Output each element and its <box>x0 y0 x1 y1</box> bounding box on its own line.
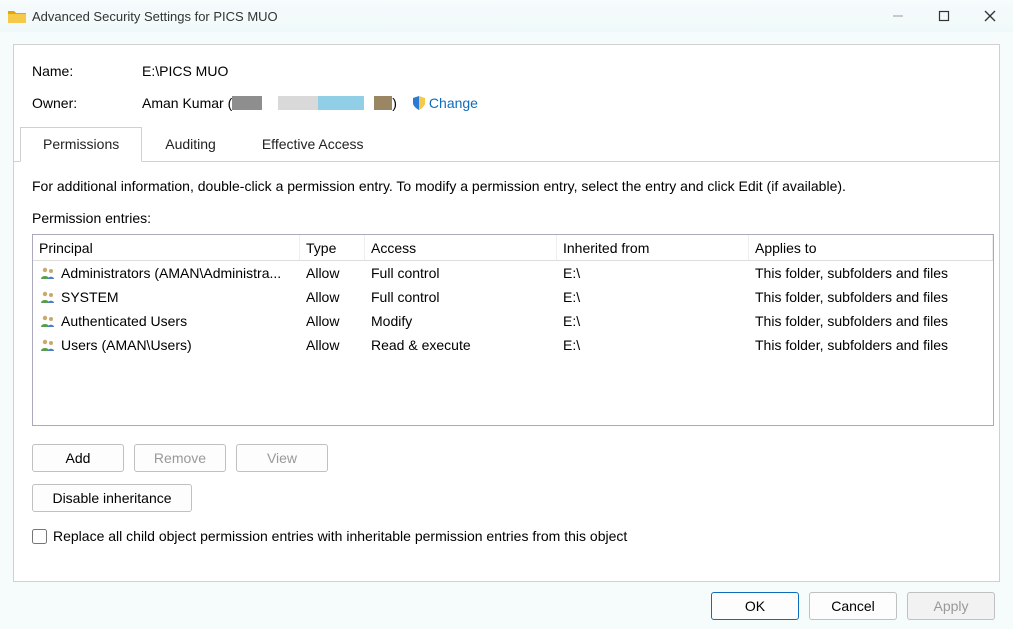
cell-inherited: E:\ <box>557 263 749 283</box>
th-applies[interactable]: Applies to <box>749 235 993 260</box>
maximize-button[interactable] <box>921 0 967 32</box>
cell-type: Allow <box>300 287 365 307</box>
th-type[interactable]: Type <box>300 235 365 260</box>
window-controls <box>875 0 1013 32</box>
remove-button[interactable]: Remove <box>134 444 226 472</box>
replace-checkbox[interactable] <box>32 529 47 544</box>
main-panel: Name: E:\PICS MUO Owner: Aman Kumar ( ) … <box>13 44 1000 582</box>
th-principal[interactable]: Principal <box>33 235 300 260</box>
redacted-block <box>374 96 392 110</box>
users-icon <box>39 266 57 280</box>
users-icon <box>39 290 57 304</box>
cell-principal: Users (AMAN\Users) <box>61 337 192 353</box>
change-owner-link[interactable]: Change <box>429 95 478 111</box>
table-row[interactable]: Authenticated Users AllowModifyE:\This fo… <box>33 309 993 333</box>
tabs: Permissions Auditing Effective Access <box>14 127 999 162</box>
cell-access: Modify <box>365 311 557 331</box>
folder-icon <box>8 9 26 23</box>
th-access[interactable]: Access <box>365 235 557 260</box>
disable-inheritance-button[interactable]: Disable inheritance <box>32 484 192 512</box>
titlebar: Advanced Security Settings for PICS MUO <box>0 0 1013 32</box>
table-header: Principal Type Access Inherited from App… <box>33 235 993 261</box>
cell-applies: This folder, subfolders and files <box>749 263 993 283</box>
table-row[interactable]: Administrators (AMAN\Administra... AllowF… <box>33 261 993 285</box>
name-row: Name: E:\PICS MUO <box>32 63 981 79</box>
cell-inherited: E:\ <box>557 335 749 355</box>
permission-table: Principal Type Access Inherited from App… <box>32 234 994 426</box>
cell-applies: This folder, subfolders and files <box>749 311 993 331</box>
table-row[interactable]: SYSTEM AllowFull controlE:\This folder, s… <box>33 285 993 309</box>
cell-inherited: E:\ <box>557 287 749 307</box>
window-title: Advanced Security Settings for PICS MUO <box>32 9 875 24</box>
users-icon <box>39 338 57 352</box>
replace-checkbox-row[interactable]: Replace all child object permission entr… <box>32 528 981 544</box>
redacted-block <box>278 96 318 110</box>
minimize-button[interactable] <box>875 0 921 32</box>
ok-button[interactable]: OK <box>711 592 799 620</box>
cell-access: Full control <box>365 263 557 283</box>
redacted-block <box>232 96 262 110</box>
cell-type: Allow <box>300 263 365 283</box>
cancel-button[interactable]: Cancel <box>809 592 897 620</box>
close-button[interactable] <box>967 0 1013 32</box>
table-row[interactable]: Users (AMAN\Users) AllowRead & executeE:\… <box>33 333 993 357</box>
owner-suffix: ) <box>392 95 397 111</box>
th-inherited[interactable]: Inherited from <box>557 235 749 260</box>
owner-prefix: Aman Kumar ( <box>142 95 232 111</box>
view-button[interactable]: View <box>236 444 328 472</box>
cell-inherited: E:\ <box>557 311 749 331</box>
info-text: For additional information, double-click… <box>32 178 981 194</box>
name-label: Name: <box>32 63 142 79</box>
tab-auditing[interactable]: Auditing <box>142 127 239 161</box>
owner-row: Owner: Aman Kumar ( ) Change <box>32 95 981 111</box>
cell-applies: This folder, subfolders and files <box>749 335 993 355</box>
cell-principal: Administrators (AMAN\Administra... <box>61 265 281 281</box>
cell-applies: This folder, subfolders and files <box>749 287 993 307</box>
cell-principal: SYSTEM <box>61 289 119 305</box>
tab-effective-access[interactable]: Effective Access <box>239 127 387 161</box>
table-body: Administrators (AMAN\Administra...AllowF… <box>33 261 993 357</box>
cell-access: Read & execute <box>365 335 557 355</box>
shield-icon <box>411 95 427 111</box>
name-value: E:\PICS MUO <box>142 63 228 79</box>
owner-label: Owner: <box>32 95 142 111</box>
entries-label: Permission entries: <box>32 210 981 226</box>
tab-permissions[interactable]: Permissions <box>20 127 142 162</box>
cell-access: Full control <box>365 287 557 307</box>
owner-value: Aman Kumar ( ) Change <box>142 95 478 111</box>
cell-type: Allow <box>300 335 365 355</box>
dialog-footer: OK Cancel Apply <box>0 582 1013 620</box>
entry-buttons: Add Remove View <box>32 444 981 472</box>
redacted-block <box>318 96 364 110</box>
replace-checkbox-label: Replace all child object permission entr… <box>53 528 627 544</box>
add-button[interactable]: Add <box>32 444 124 472</box>
cell-type: Allow <box>300 311 365 331</box>
cell-principal: Authenticated Users <box>61 313 187 329</box>
apply-button[interactable]: Apply <box>907 592 995 620</box>
users-icon <box>39 314 57 328</box>
